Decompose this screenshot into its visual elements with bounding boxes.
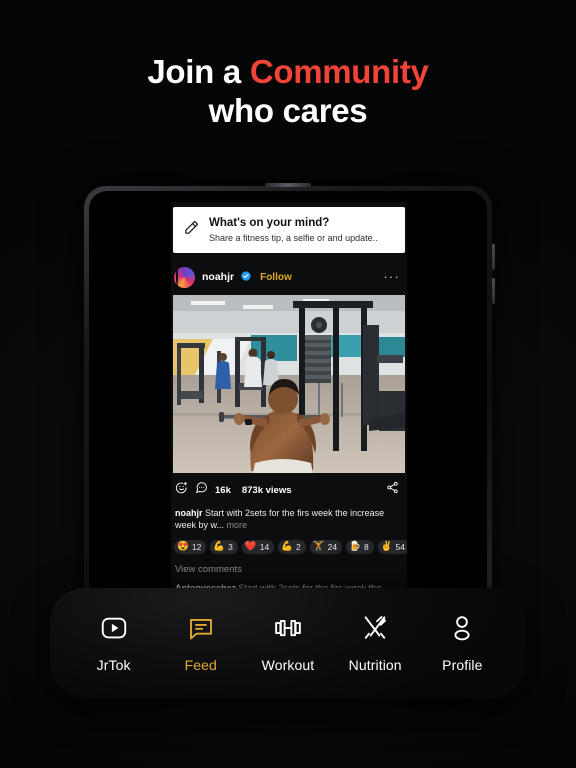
post-actions-row: 16k 873k views	[175, 481, 403, 499]
volume-up-button[interactable]	[492, 244, 495, 270]
flexed-bicep-icon: 💪	[213, 541, 226, 552]
post-media-image[interactable]	[173, 295, 405, 473]
red-heart-icon: ❤️	[244, 541, 257, 552]
view-comments-link[interactable]: View comments	[175, 564, 407, 575]
headline-line1-plain: Join a	[147, 53, 250, 90]
composer-placeholder: Share a fitness tip, a selfie or and upd…	[209, 232, 378, 243]
reaction-pill-list: 😍 12 💪 3 ❤️ 14 💪 2 🏋️ 24 🍺 8 ✌️ 54	[174, 540, 407, 554]
page-title: Join a Community who cares	[0, 52, 576, 130]
post-username[interactable]: noahjr	[202, 271, 234, 283]
nav-item-nutrition[interactable]: Nutrition	[336, 613, 414, 673]
reaction-pill[interactable]: 🍺 8	[346, 540, 374, 554]
nav-item-feed[interactable]: Feed	[162, 613, 240, 673]
heart-eyes-icon: 😍	[177, 541, 189, 552]
reaction-pill[interactable]: 💪 3	[210, 540, 238, 554]
dumbbell-icon	[273, 613, 303, 648]
comment-icon[interactable]	[195, 481, 208, 499]
fork-knife-icon	[360, 613, 390, 648]
play-square-icon	[99, 613, 129, 648]
victory-hand-icon: ✌️	[380, 541, 393, 552]
reaction-pill[interactable]: 🏋️ 24	[309, 540, 343, 554]
flexed-bicep-alt-icon: 💪	[281, 541, 294, 552]
reaction-pill[interactable]: ✌️ 54	[377, 540, 407, 554]
nav-item-jrtok[interactable]: JrTok	[75, 613, 153, 673]
pencil-icon	[183, 219, 200, 241]
nav-item-workout[interactable]: Workout	[249, 613, 327, 673]
nav-label-profile: Profile	[442, 657, 483, 673]
view-count: 873k views	[241, 484, 292, 496]
add-reaction-icon[interactable]	[175, 481, 188, 499]
comment-count: 16k	[215, 484, 231, 496]
reaction-pill[interactable]: ❤️ 14	[241, 540, 275, 554]
caption-more-link[interactable]: more	[227, 520, 248, 530]
bottom-navigation-bar: JrTok Feed Workout Nutrition Profile	[50, 588, 526, 698]
weightlifter-icon: 🏋️	[312, 541, 325, 552]
nav-label-jrtok: JrTok	[96, 657, 131, 673]
volume-down-button[interactable]	[492, 278, 495, 304]
post-header: noahjr Follow ···	[174, 266, 407, 288]
verified-badge-icon	[241, 268, 251, 286]
caption-text: Start with 2sets for the firs week the i…	[175, 508, 385, 530]
nav-item-profile[interactable]: Profile	[423, 613, 501, 673]
caption-username[interactable]: noahjr	[175, 508, 203, 518]
promo-screen: Join a Community who cares What's on you…	[0, 0, 576, 768]
follow-button[interactable]: Follow	[260, 272, 292, 283]
share-icon[interactable]	[386, 481, 399, 499]
composer-title: What's on your mind?	[209, 216, 330, 229]
headline-accent-word: Community	[249, 53, 429, 90]
post-more-menu-button[interactable]: ···	[383, 270, 400, 283]
nav-label-nutrition: Nutrition	[348, 657, 402, 673]
chat-bubble-icon	[186, 613, 216, 648]
person-icon	[447, 613, 477, 648]
headline-line2: who cares	[208, 92, 368, 129]
beer-mug-icon: 🍺	[349, 541, 361, 552]
post-caption: noahjr Start with 2sets for the firs wee…	[175, 507, 401, 531]
avatar[interactable]	[174, 266, 195, 288]
composer-card[interactable]: What's on your mind? Share a fitness tip…	[173, 207, 405, 253]
reaction-pill[interactable]: 💪 2	[278, 540, 306, 554]
nav-label-workout: Workout	[261, 657, 315, 673]
reaction-pill[interactable]: 😍 12	[174, 540, 207, 554]
nav-label-feed: Feed	[184, 657, 217, 673]
